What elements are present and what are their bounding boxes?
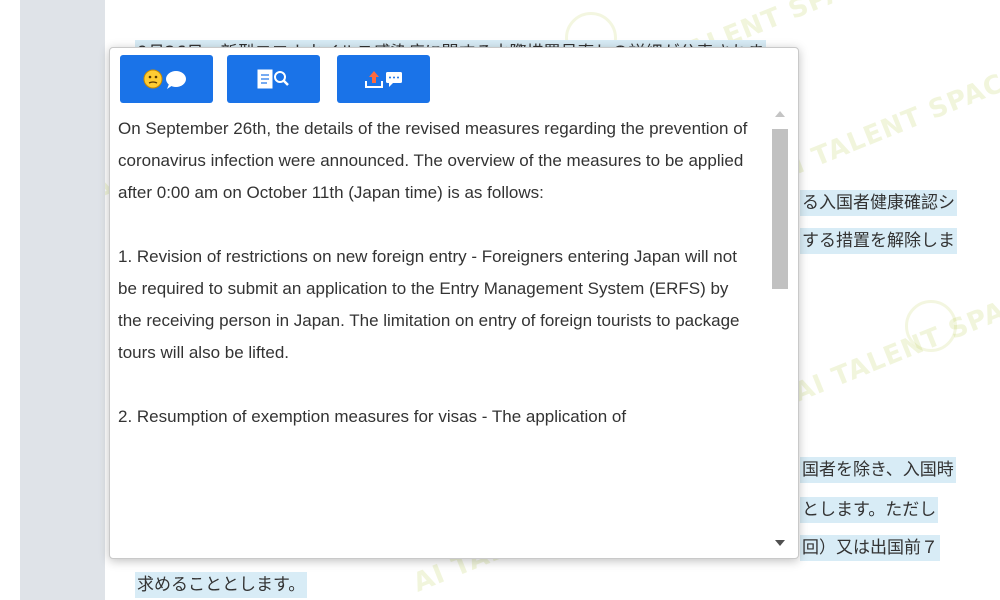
scroll-up-arrow-icon[interactable] [775, 111, 785, 117]
article-text-line: とします。ただし [800, 497, 939, 523]
watermark-logo-icon [905, 300, 957, 352]
scroll-down-arrow-icon[interactable] [775, 540, 785, 546]
article-text-line: 国者を除き、入国時 [800, 457, 956, 483]
popup-scrollbar[interactable] [770, 105, 790, 552]
search-document-button[interactable] [227, 55, 320, 103]
article-text-line: 求めることとします。 [135, 572, 308, 598]
scroll-thumb[interactable] [772, 129, 788, 289]
translation-paragraph: 1. Revision of restrictions on new forei… [118, 247, 740, 362]
article-text-line: る入国者健康確認シ [800, 190, 957, 216]
sidebar-strip [20, 0, 105, 600]
translation-paragraph: 2. Resumption of exemption measures for … [118, 407, 627, 426]
explain-button[interactable] [120, 55, 213, 103]
upload-message-icon [364, 71, 402, 88]
thinking-face-speech-icon [143, 69, 186, 89]
translation-text: On September 26th, the details of the re… [118, 113, 748, 553]
translation-popup: On September 26th, the details of the re… [109, 47, 799, 559]
watermark: AI TALENT SPACE [789, 281, 1000, 409]
watermark: AI TALENT SPACE [769, 61, 1000, 188]
article-text-line: 回）又は出国前７ [800, 535, 940, 561]
upload-comment-button[interactable] [337, 55, 430, 103]
translation-paragraph: On September 26th, the details of the re… [118, 119, 748, 202]
article-text-line: する措置を解除しま [800, 228, 957, 254]
document-search-icon [257, 69, 289, 89]
